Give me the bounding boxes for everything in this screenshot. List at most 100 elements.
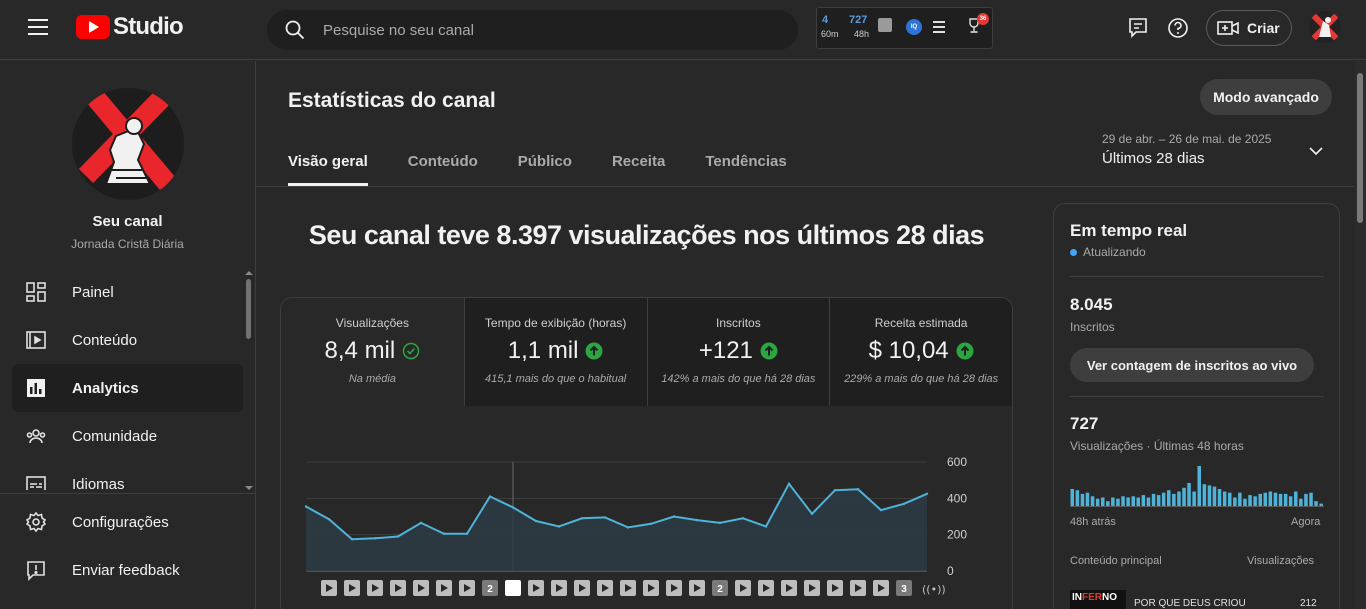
date-period-selector[interactable]: Últimos 28 dias bbox=[1102, 150, 1205, 167]
advanced-mode-button[interactable]: Modo avançado bbox=[1200, 79, 1332, 115]
hourly-bar bbox=[1136, 497, 1140, 506]
search-input[interactable] bbox=[323, 10, 783, 50]
sidebar-item-painel[interactable]: Painel bbox=[12, 268, 243, 316]
hourly-bar bbox=[1314, 501, 1318, 506]
video-marker[interactable] bbox=[620, 580, 636, 596]
data-point bbox=[741, 517, 745, 520]
comment-alert-icon[interactable] bbox=[1128, 17, 1148, 39]
thumb-text-b: FER bbox=[1082, 592, 1102, 603]
subscriber-count: 8.045 bbox=[1070, 295, 1113, 314]
video-marker[interactable] bbox=[827, 580, 843, 596]
hourly-bar bbox=[1283, 493, 1288, 506]
data-point bbox=[649, 522, 653, 525]
data-point bbox=[557, 525, 561, 528]
data-point bbox=[787, 482, 791, 485]
video-marker[interactable]: 2 bbox=[712, 580, 728, 596]
live-subscriber-count-button[interactable]: Ver contagem de inscritos ao vivo bbox=[1070, 348, 1314, 382]
studio-logo[interactable]: Studio bbox=[76, 13, 184, 41]
y-tick-label: 200 bbox=[947, 528, 967, 542]
bar-chart-icon[interactable] bbox=[878, 18, 892, 32]
tab-receita[interactable]: Receita bbox=[612, 140, 665, 186]
sidebar-item-label: Comunidade bbox=[72, 427, 158, 445]
data-point bbox=[350, 538, 354, 541]
account-avatar[interactable] bbox=[1309, 11, 1341, 43]
sidebar-item-feedback[interactable]: Enviar feedback bbox=[12, 546, 243, 594]
data-point bbox=[626, 526, 630, 529]
hourly-bar bbox=[1243, 498, 1247, 506]
video-views: 212 bbox=[1300, 598, 1317, 609]
sidebar-scrollbar[interactable] bbox=[246, 279, 251, 339]
metric-views[interactable]: Visualizações 8,4 mil Na média bbox=[281, 298, 464, 406]
metric-value: $ 10,04 bbox=[868, 337, 949, 364]
video-marker[interactable]: 3 bbox=[896, 580, 912, 596]
tab-tendencias[interactable]: Tendências bbox=[705, 140, 786, 186]
video-marker[interactable] bbox=[390, 580, 406, 596]
video-marker[interactable] bbox=[436, 580, 452, 596]
video-marker[interactable] bbox=[597, 580, 613, 596]
help-icon[interactable] bbox=[1167, 17, 1189, 39]
video-marker[interactable]: 2 bbox=[482, 580, 498, 596]
data-point bbox=[925, 492, 929, 495]
video-marker[interactable] bbox=[758, 580, 774, 596]
sidebar-item-configuracoes[interactable]: Configurações bbox=[12, 498, 243, 546]
chevron-down-icon[interactable] bbox=[1308, 144, 1324, 158]
video-marker[interactable] bbox=[367, 580, 383, 596]
video-marker[interactable] bbox=[551, 580, 567, 596]
scrollbar-thumb[interactable] bbox=[1357, 73, 1363, 223]
sidebar-item-conteudo[interactable]: Conteúdo bbox=[12, 316, 243, 364]
hourly-bar bbox=[1070, 489, 1074, 506]
sidebar-item-label: Painel bbox=[72, 283, 114, 301]
data-point bbox=[764, 525, 768, 528]
metric-watch-time[interactable]: Tempo de exibição (horas) 1,1 mil 415,1 … bbox=[463, 298, 647, 406]
search-icon[interactable] bbox=[285, 20, 305, 40]
video-marker[interactable] bbox=[735, 580, 751, 596]
sidebar-item-comunidade[interactable]: Comunidade bbox=[12, 412, 243, 460]
video-marker[interactable] bbox=[873, 580, 889, 596]
video-marker[interactable] bbox=[689, 580, 705, 596]
video-marker-count: 3 bbox=[901, 584, 907, 595]
metric-subscribers[interactable]: Inscritos +121 142% a mais do que há 28 … bbox=[646, 298, 830, 406]
scroll-up-icon[interactable] bbox=[245, 271, 253, 275]
hourly-bar bbox=[1294, 491, 1298, 506]
data-point bbox=[304, 505, 308, 508]
metric-revenue[interactable]: Receita estimada $ 10,04 229% a mais do … bbox=[829, 298, 1012, 406]
extension-toolbar[interactable]: 4 60m 727 48h IQ 36 bbox=[816, 7, 993, 49]
video-marker[interactable] bbox=[781, 580, 797, 596]
hourly-bar bbox=[1126, 497, 1130, 506]
tab-visao-geral[interactable]: Visão geral bbox=[288, 140, 368, 186]
menu-icon[interactable] bbox=[28, 19, 48, 35]
top-content-row[interactable]: INFERNO POR QUE DEUS CRIOU 212 bbox=[1070, 590, 1324, 609]
sidebar-item-idiomas[interactable]: Idiomas bbox=[12, 460, 243, 490]
scroll-down-icon[interactable] bbox=[245, 486, 253, 490]
subscriber-label: Inscritos bbox=[1070, 320, 1115, 334]
channel-avatar[interactable] bbox=[72, 88, 184, 200]
video-marker[interactable] bbox=[643, 580, 659, 596]
video-marker[interactable] bbox=[666, 580, 682, 596]
tab-conteudo[interactable]: Conteúdo bbox=[408, 140, 478, 186]
sidebar-item-label: Conteúdo bbox=[72, 331, 138, 349]
video-marker[interactable] bbox=[413, 580, 429, 596]
video-marker[interactable] bbox=[344, 580, 360, 596]
video-marker[interactable] bbox=[574, 580, 590, 596]
hourly-bar bbox=[1238, 492, 1242, 506]
video-marker[interactable] bbox=[505, 580, 521, 596]
video-marker[interactable] bbox=[804, 580, 820, 596]
page-scrollbar[interactable] bbox=[1355, 61, 1366, 609]
sidebar-item-analytics[interactable]: Analytics bbox=[12, 364, 243, 412]
data-point bbox=[695, 518, 699, 522]
video-marker[interactable] bbox=[850, 580, 866, 596]
data-point bbox=[902, 502, 906, 505]
date-range[interactable]: 29 de abr. – 26 de mai. de 2025 bbox=[1102, 132, 1271, 146]
hourly-bar bbox=[1202, 484, 1207, 506]
video-marker[interactable] bbox=[528, 580, 544, 596]
video-marker[interactable] bbox=[321, 580, 337, 596]
iq-icon[interactable]: IQ bbox=[906, 19, 922, 35]
tab-publico[interactable]: Público bbox=[518, 140, 572, 186]
hourly-bar bbox=[1299, 498, 1303, 506]
live-icon[interactable]: ((•)) bbox=[922, 583, 946, 596]
data-point bbox=[879, 508, 883, 512]
list-icon[interactable] bbox=[933, 21, 945, 36]
create-button[interactable]: Criar bbox=[1206, 10, 1292, 46]
metric-value-row: 1,1 mil bbox=[465, 337, 647, 365]
video-marker[interactable] bbox=[459, 580, 475, 596]
